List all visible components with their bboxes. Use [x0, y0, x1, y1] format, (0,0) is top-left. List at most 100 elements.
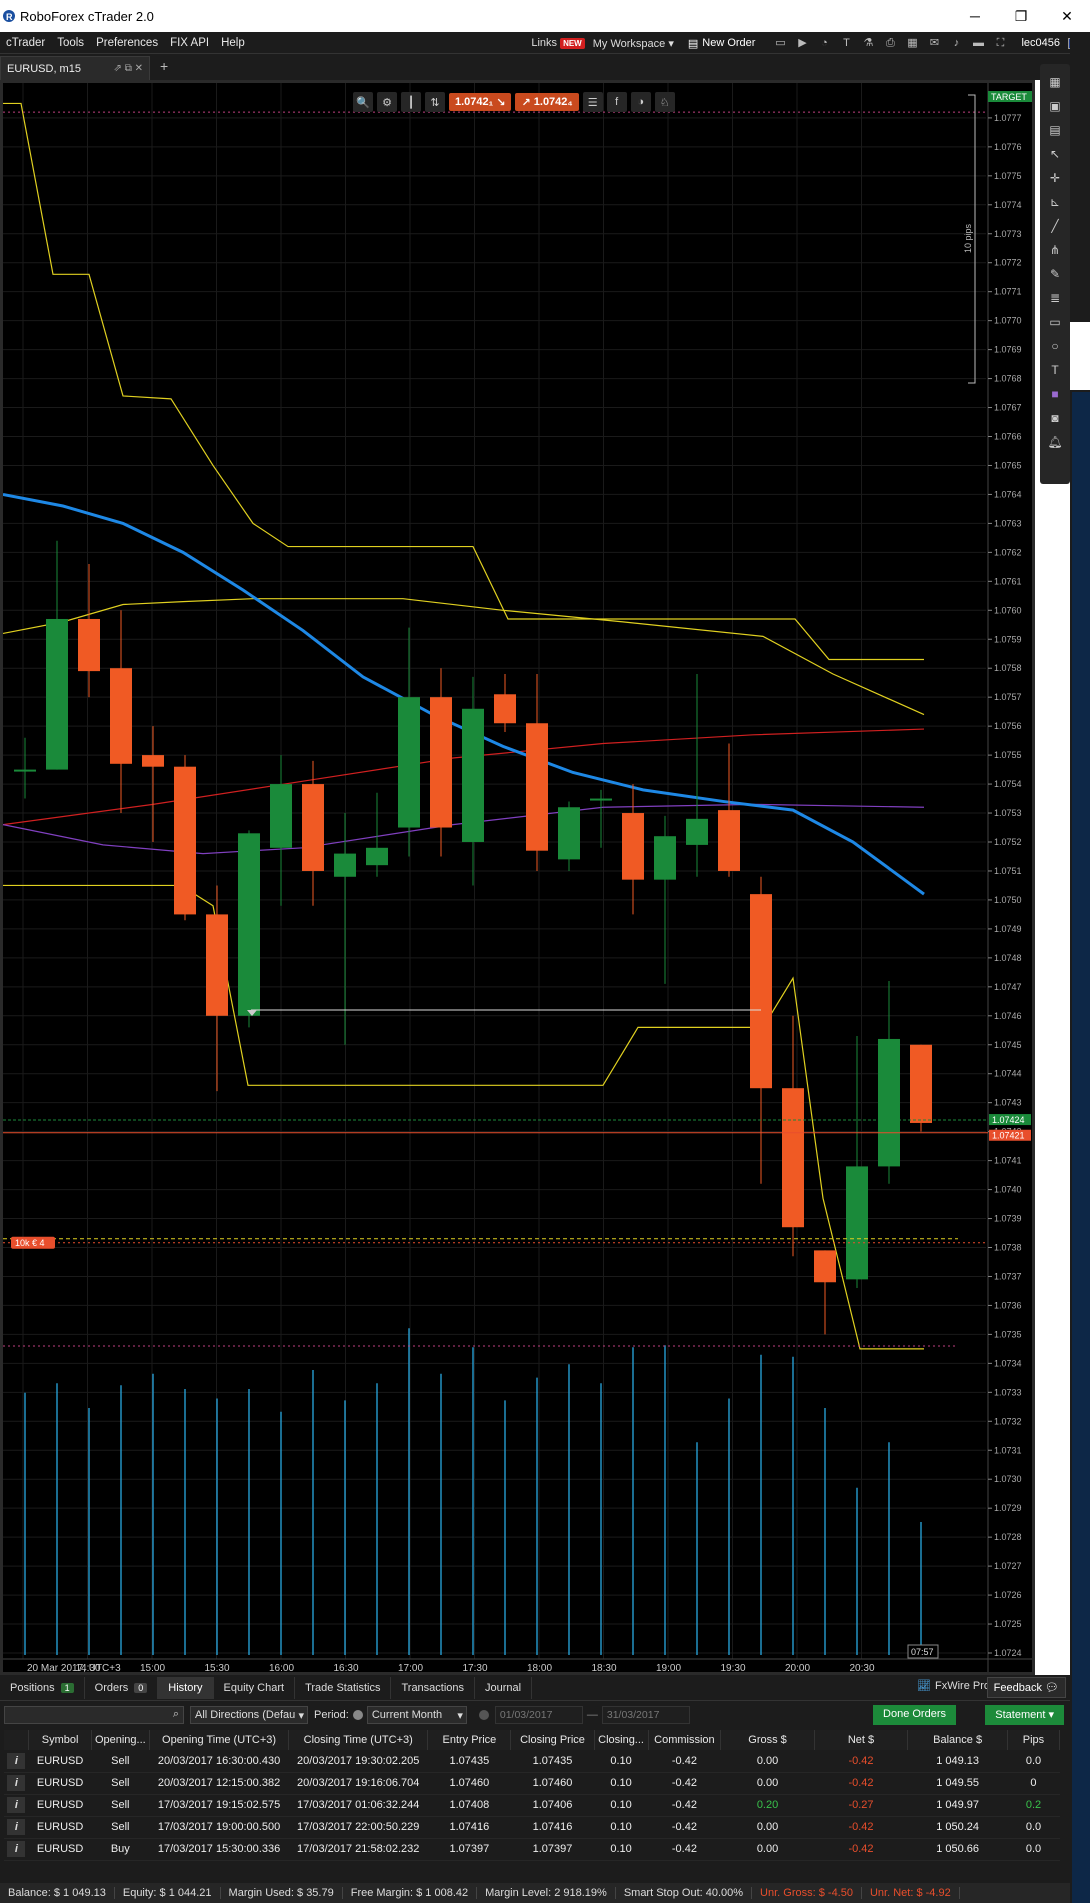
links-menu[interactable]: Links NEW	[531, 37, 585, 49]
crosshair-icon[interactable]: ✛	[1045, 168, 1065, 188]
menu-ctrader[interactable]: cTrader	[0, 37, 51, 49]
period-select[interactable]: Current Month ▾	[366, 1706, 467, 1724]
info-cell[interactable]: i	[4, 1750, 29, 1773]
share-icon[interactable]: ◑	[630, 92, 651, 112]
column-header[interactable]: Gross $	[720, 1730, 815, 1750]
workspace-dropdown[interactable]: My Workspace ▾	[593, 37, 674, 50]
fxwire-button[interactable]: 📈︎ FxWire Pro	[917, 1679, 990, 1693]
indicators-icon[interactable]: ☰	[582, 92, 603, 112]
info-cell[interactable]: i	[4, 1794, 29, 1817]
text-tool-icon[interactable]: T	[838, 36, 854, 50]
column-header[interactable]: Balance $	[907, 1730, 1008, 1750]
close-button[interactable]: ✕	[1044, 0, 1090, 32]
tab-journal[interactable]: Journal	[475, 1676, 533, 1699]
column-header[interactable]: Opening...	[91, 1730, 150, 1750]
add-chart-icon[interactable]: +	[160, 58, 168, 74]
maximize-button[interactable]: ❐	[998, 0, 1044, 32]
column-header[interactable]: Closing Price	[510, 1730, 595, 1750]
menu-preferences[interactable]: Preferences	[90, 37, 164, 49]
color-icon[interactable]: ■	[1045, 384, 1065, 404]
tab-trade-statistics[interactable]: Trade Statistics	[295, 1676, 392, 1699]
ellipse-icon[interactable]: ○	[1045, 336, 1065, 356]
new-order-button[interactable]: ▤ New Order	[688, 37, 756, 50]
info-icon[interactable]: i	[7, 1797, 26, 1813]
period-radio[interactable]	[352, 1710, 363, 1720]
cursor-icon[interactable]: ↖	[1045, 144, 1065, 164]
column-header[interactable]: Net $	[814, 1730, 909, 1750]
table-row[interactable]: i EURUSD Sell 17/03/2017 19:00:00.500 17/03/…	[4, 1816, 1060, 1839]
tab-equity-chart[interactable]: Equity Chart	[214, 1676, 296, 1699]
pen-icon[interactable]: ✎	[1045, 264, 1065, 284]
menu-help[interactable]: Help	[215, 37, 251, 49]
date-from-field[interactable]: 01/03/2017	[494, 1706, 583, 1724]
grid-layout-icon[interactable]: ▦	[1045, 72, 1065, 92]
column-header[interactable]: Opening Time (UTC+3)	[149, 1730, 290, 1750]
info-cell[interactable]: i	[4, 1816, 29, 1839]
timeframe-icon[interactable]: ⇅	[425, 92, 445, 112]
table-row[interactable]: i EURUSD Sell 20/03/2017 12:15:00.382 20/03/…	[4, 1772, 1060, 1795]
date-to-field[interactable]: 31/03/2017	[601, 1706, 690, 1724]
video-icon[interactable]: ▶	[794, 36, 810, 50]
buy-button[interactable]: ↗ 1.0742₄	[515, 93, 579, 111]
tab-transactions[interactable]: Transactions	[391, 1676, 476, 1699]
info-icon[interactable]: i	[7, 1775, 26, 1791]
bell-icon[interactable]: ♘	[654, 92, 675, 112]
facebook-icon[interactable]: f	[606, 92, 627, 112]
text-icon[interactable]: T	[1045, 360, 1065, 380]
user-account[interactable]: lec0456	[1021, 37, 1060, 49]
table-row[interactable]: i EURUSD Buy 17/03/2017 15:30:00.336 17/03/2…	[4, 1838, 1060, 1861]
measure-icon[interactable]: ⊾	[1045, 192, 1065, 212]
column-header[interactable]: Closing...	[594, 1730, 649, 1750]
info-icon[interactable]: i	[7, 1752, 26, 1769]
multi-chart-icon[interactable]: ▤	[1045, 120, 1065, 140]
direction-select[interactable]: All Directions (Defau ▾	[190, 1706, 308, 1724]
zoom-icon[interactable]: 🔍	[353, 92, 373, 112]
fullscreen-icon[interactable]: ⛶	[992, 36, 1008, 50]
chart-area[interactable]: 1.0777 1.0776 1.0775 1.0774 1.0773 1.0772 1.07…	[0, 80, 1035, 1675]
tab-positions[interactable]: Positions 1	[0, 1676, 85, 1699]
sell-button[interactable]: 1.0742₁ ↘	[449, 93, 512, 111]
layout-icon[interactable]: ▭	[772, 36, 788, 50]
column-header[interactable]: Commission	[648, 1730, 722, 1750]
detach-icon[interactable]: ⧉	[125, 63, 132, 74]
camera-icon[interactable]: ◙	[1045, 408, 1065, 428]
info-icon[interactable]: i	[7, 1841, 26, 1857]
chart-tab-eurusd[interactable]: EURUSD, m15 ⇗ ⧉ ✕	[0, 56, 150, 80]
statement-button[interactable]: Statement ▾	[985, 1705, 1064, 1725]
print-icon[interactable]: ⎙	[882, 36, 898, 50]
link-icon[interactable]: ⇗	[114, 63, 122, 74]
rectangle-icon[interactable]: ▭	[1045, 312, 1065, 332]
column-header[interactable]: Pips	[1007, 1730, 1061, 1750]
column-header[interactable]: Entry Price	[427, 1730, 512, 1750]
info-cell[interactable]: i	[4, 1838, 29, 1861]
history-search-input[interactable]: ⌕	[4, 1706, 184, 1724]
date-radio[interactable]	[478, 1710, 489, 1720]
sound-icon[interactable]: ♪	[948, 36, 964, 50]
panel-icon[interactable]: ▬	[970, 36, 986, 50]
close-tab-icon[interactable]: ✕	[135, 63, 143, 74]
mail-icon[interactable]: ✉	[926, 36, 942, 50]
info-icon[interactable]: i	[7, 1819, 26, 1835]
table-row[interactable]: i EURUSD Sell 17/03/2017 19:15:02.575 17/03/…	[4, 1794, 1060, 1817]
price-chart[interactable]: 1.0777 1.0776 1.0775 1.0774 1.0773 1.0772 1.07…	[3, 83, 1032, 1672]
speed-icon[interactable]: ◔	[816, 36, 832, 50]
calculator-icon[interactable]: ▦	[904, 36, 920, 50]
chart-settings-icon[interactable]: ⚙	[377, 92, 397, 112]
single-chart-icon[interactable]: ▣	[1045, 96, 1065, 116]
menu-tools[interactable]: Tools	[51, 37, 90, 49]
pitchfork-icon[interactable]: ⋔	[1045, 240, 1065, 260]
minimize-button[interactable]: ─	[952, 0, 998, 32]
alert-icon[interactable]: 🔔︎	[1045, 432, 1065, 452]
tab-history[interactable]: History	[158, 1676, 214, 1699]
candle-type-icon[interactable]: ┃	[401, 92, 421, 112]
feedback-button[interactable]: Feedback 💬︎	[986, 1677, 1066, 1698]
info-cell[interactable]: i	[4, 1772, 29, 1795]
done-orders-button[interactable]: Done Orders	[873, 1705, 956, 1725]
column-header[interactable]: Closing Time (UTC+3)	[288, 1730, 429, 1750]
menu-fix-api[interactable]: FIX API	[164, 37, 215, 49]
line-tool-icon[interactable]: ╱	[1045, 216, 1065, 236]
tab-orders[interactable]: Orders 0	[85, 1676, 159, 1699]
lab-icon[interactable]: ⚗	[860, 36, 876, 50]
table-row[interactable]: i EURUSD Sell 20/03/2017 16:30:00.430 20/03/…	[4, 1750, 1060, 1773]
column-header[interactable]: Symbol	[28, 1730, 92, 1750]
